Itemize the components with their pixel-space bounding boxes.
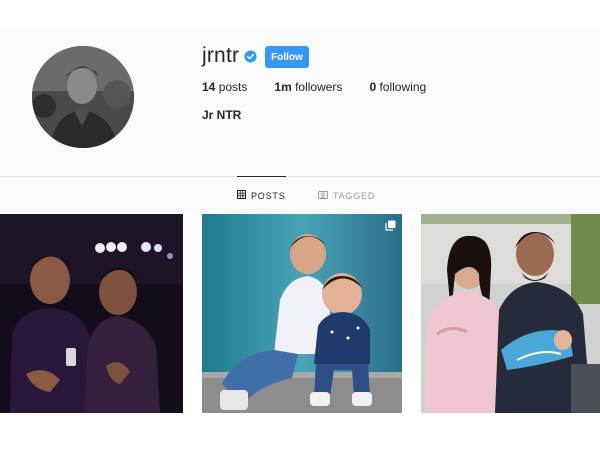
post-thumbnail-1[interactable]	[0, 214, 183, 413]
tab-tagged[interactable]: TAGGED	[318, 177, 375, 214]
stat-followers-label: followers	[295, 80, 343, 94]
grid-icon	[237, 190, 246, 201]
tab-posts[interactable]: POSTS	[237, 176, 286, 214]
avatar[interactable]	[32, 46, 134, 148]
stat-following-count: 0	[369, 80, 377, 94]
stat-posts: 14 posts	[202, 80, 247, 94]
post-thumbnail-3[interactable]	[421, 214, 600, 413]
post-photo	[0, 214, 183, 413]
post-photo	[202, 214, 402, 413]
tab-tagged-label: TAGGED	[333, 190, 376, 201]
stat-posts-label: posts	[218, 80, 248, 94]
verified-badge-icon	[244, 50, 257, 63]
username: jrntr	[202, 44, 240, 67]
tag-person-icon	[318, 190, 328, 201]
stat-followers[interactable]: 1m followers	[274, 80, 342, 94]
profile-stats: 14 posts 1m followers 0 following	[202, 80, 453, 94]
multiple-photos-icon	[385, 220, 396, 231]
post-photo	[421, 214, 600, 413]
top-strip	[0, 0, 600, 26]
follow-button[interactable]: Follow	[265, 46, 309, 68]
stat-following-label: following	[379, 80, 427, 94]
profile-tabs: POSTS TAGGED	[0, 176, 600, 214]
profile-header: jrntr Follow 14 posts 1m followers 0 fol…	[0, 26, 600, 176]
avatar-photo	[32, 46, 134, 148]
post-thumbnail-2[interactable]	[202, 214, 402, 413]
tab-posts-label: POSTS	[251, 190, 286, 201]
stat-followers-count: 1m	[274, 80, 292, 94]
posts-grid	[0, 214, 600, 450]
full-name: Jr NTR	[202, 108, 242, 122]
stat-following[interactable]: 0 following	[369, 80, 426, 94]
stat-posts-count: 14	[202, 80, 216, 94]
